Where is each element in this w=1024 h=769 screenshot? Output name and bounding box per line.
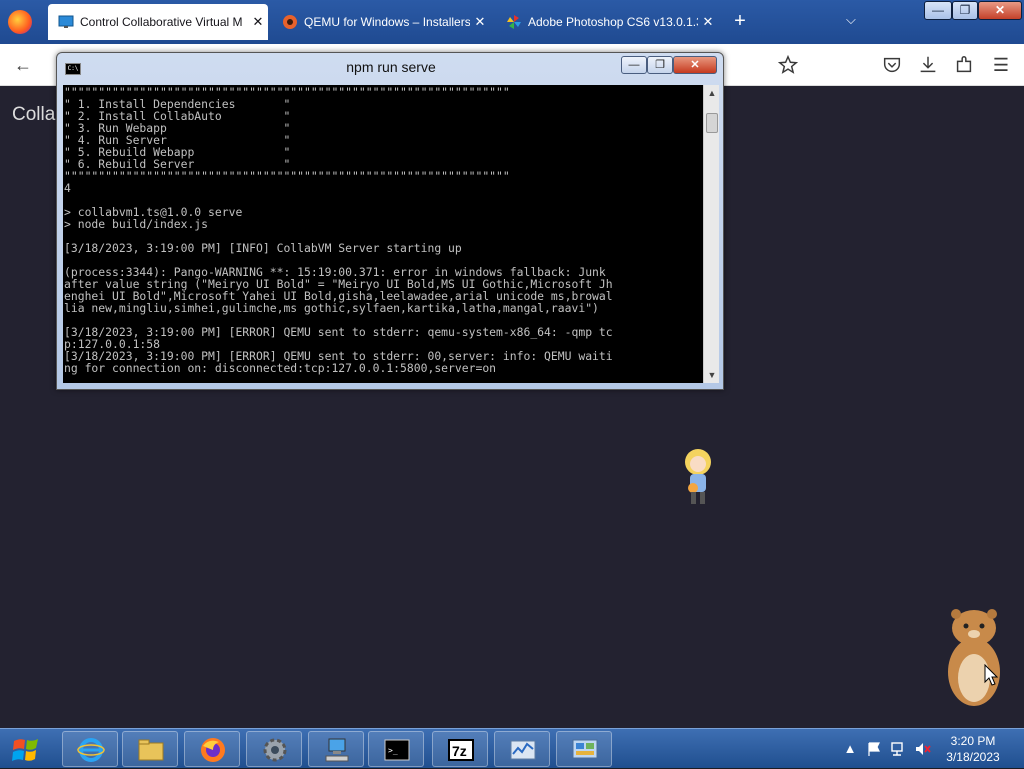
taskbar-file-explorer[interactable]: [122, 731, 178, 767]
page-title: Colla: [12, 104, 56, 125]
taskbar-settings[interactable]: [246, 731, 302, 767]
tab-label: Control Collaborative Virtual M: [80, 15, 243, 29]
pinwheel-icon: [507, 15, 521, 29]
new-tab-button[interactable]: +: [728, 10, 752, 33]
tab-label: Adobe Photoshop CS6 v13.0.1.3: [528, 15, 698, 29]
downloads-icon[interactable]: [916, 54, 940, 76]
tab-qemu[interactable]: QEMU for Windows – Installers ✕: [272, 4, 490, 40]
show-hidden-icons-arrow[interactable]: ▲: [842, 729, 858, 769]
window-maximize-button[interactable]: ❐: [952, 1, 978, 20]
gear-icon: [263, 738, 287, 762]
performance-monitor-icon: [510, 740, 536, 760]
bookmark-star-icon[interactable]: [776, 54, 800, 76]
console-line: ng for connection on: disconnected:tcp:1…: [64, 361, 497, 375]
7zip-text: 7z: [452, 743, 467, 759]
back-arrow-icon[interactable]: ←: [10, 52, 36, 78]
tab-photoshop[interactable]: Adobe Photoshop CS6 v13.0.1.3 ✕: [496, 4, 718, 40]
control-panel-icon: [572, 739, 598, 759]
browser-tab-strip: Control Collaborative Virtual M ✕ QEMU f…: [0, 0, 1024, 44]
scroll-up-arrow-icon[interactable]: ▲: [704, 85, 720, 101]
firefox-icon: [201, 738, 225, 762]
network-computer-icon: [325, 738, 349, 762]
console-maximize-button[interactable]: ❐: [647, 56, 673, 74]
start-button-windows-icon[interactable]: [6, 731, 46, 767]
scroll-down-arrow-icon[interactable]: ▼: [704, 367, 720, 383]
clock-date: 3/18/2023: [946, 750, 1000, 764]
tab-close-icon[interactable]: ✕: [470, 14, 490, 30]
console-output[interactable]: """"""""""""""""""""""""""""""""""""""""…: [63, 85, 703, 383]
console-close-button[interactable]: ✕: [673, 56, 717, 74]
window-minimize-button[interactable]: —: [924, 1, 952, 20]
console-line: [3/18/2023, 3:19:00 PM] [INFO] CollabVM …: [64, 241, 462, 255]
extensions-puzzle-icon[interactable]: [952, 54, 976, 76]
7zip-icon: 7z: [448, 739, 474, 761]
console-text: """"""""""""""""""""""""""""""""""""""""…: [64, 86, 703, 374]
tab-close-icon[interactable]: ✕: [698, 14, 718, 30]
tab-collabvm[interactable]: Control Collaborative Virtual M ✕: [48, 4, 268, 40]
monitor-icon: [58, 15, 74, 28]
console-line: 4: [64, 181, 71, 195]
svg-text:>_: >_: [388, 746, 398, 755]
scroll-thumb[interactable]: [706, 113, 718, 133]
firefox-logo-icon[interactable]: [8, 10, 32, 34]
taskbar-network-computer[interactable]: [308, 731, 364, 767]
console-line: lia new,mingliu,simhei,gulimche,ms gothi…: [64, 301, 599, 315]
taskbar-command-prompt[interactable]: >_: [368, 731, 424, 767]
taskbar-clock[interactable]: 3:20 PM 3/18/2023: [938, 733, 1008, 765]
taskbar-7zip[interactable]: 7z: [432, 731, 488, 767]
taskbar-firefox[interactable]: [184, 731, 240, 767]
qemu-icon: [283, 15, 297, 29]
folder-icon: [138, 739, 164, 761]
command-prompt-icon: >_: [384, 739, 410, 761]
window-close-button[interactable]: ✕: [978, 1, 1022, 20]
console-minimize-button[interactable]: —: [621, 56, 647, 74]
desktop-pet-hamster[interactable]: [940, 606, 1006, 710]
list-all-tabs-button[interactable]: ⌵: [846, 12, 856, 28]
desktop-pet-girl[interactable]: [678, 446, 718, 508]
internet-explorer-icon: [77, 738, 105, 762]
console-scrollbar[interactable]: ▲ ▼: [703, 85, 719, 383]
hamburger-menu-icon[interactable]: ☰: [988, 52, 1014, 78]
pocket-icon[interactable]: [880, 54, 904, 76]
taskbar: >_ 7z ▲ 3:20 PM 3/18/2023: [0, 728, 1024, 768]
taskbar-internet-explorer[interactable]: [62, 731, 118, 767]
console-line: """"""""""""""""""""""""""""""""""""""""…: [64, 169, 510, 183]
clock-time: 3:20 PM: [950, 734, 996, 748]
tab-close-icon[interactable]: ✕: [248, 14, 268, 30]
action-center-flag-icon[interactable]: [866, 741, 882, 757]
volume-muted-icon[interactable]: [914, 741, 932, 757]
taskbar-performance-monitor[interactable]: [494, 731, 550, 767]
taskbar-control-panel[interactable]: [556, 731, 612, 767]
tab-label: QEMU for Windows – Installers: [304, 15, 470, 29]
network-icon[interactable]: [890, 741, 908, 757]
console-window[interactable]: C:\ npm run serve — ❐ ✕ """"""""""""""""…: [56, 52, 724, 390]
mouse-cursor-icon: [984, 664, 998, 686]
console-line: > node build/index.js: [64, 217, 209, 231]
